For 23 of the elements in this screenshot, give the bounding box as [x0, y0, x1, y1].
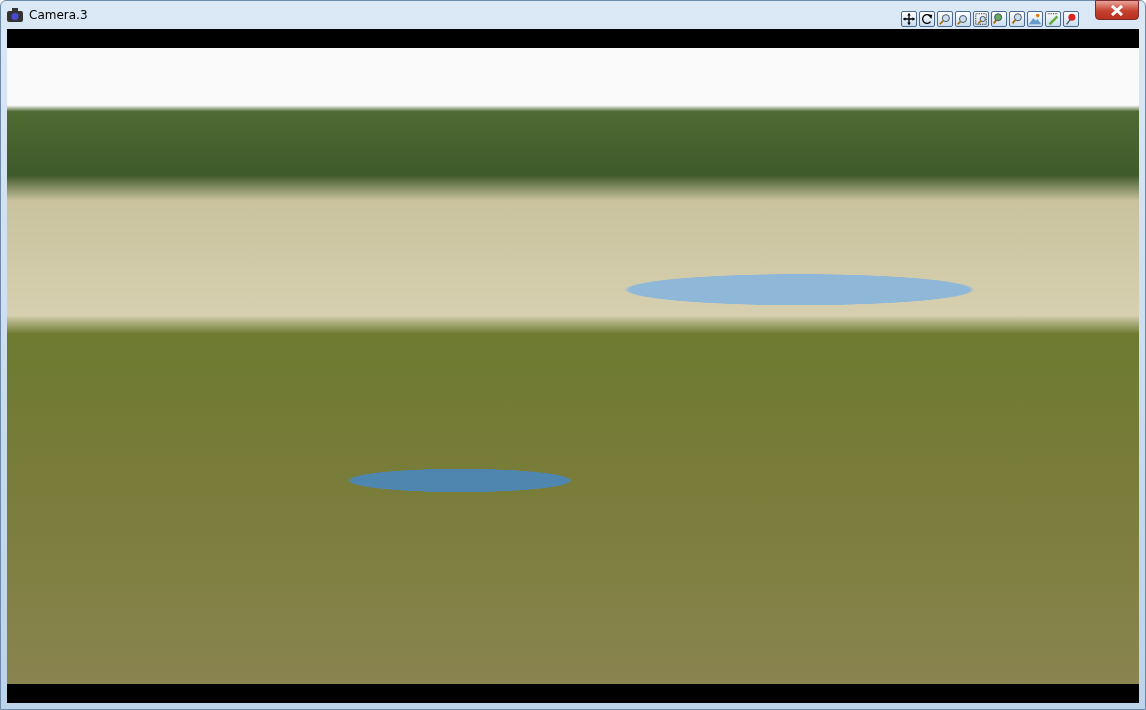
zoom-button[interactable]	[955, 11, 971, 27]
landscape-button[interactable]	[1027, 11, 1043, 27]
landscape-icon	[1028, 12, 1042, 26]
pencil-icon	[1046, 12, 1060, 26]
close-button[interactable]	[1095, 0, 1139, 20]
zoom-button[interactable]	[937, 11, 953, 27]
move-arrows-icon	[902, 12, 916, 26]
zoom-button[interactable]	[1009, 11, 1025, 27]
zoom-icon	[938, 12, 952, 26]
rotate-icon	[920, 12, 934, 26]
zoom-button[interactable]	[991, 11, 1007, 27]
close-icon	[1110, 4, 1124, 16]
zoom-icon	[1010, 12, 1024, 26]
camera-icon	[7, 8, 23, 22]
move-arrows-button[interactable]	[901, 11, 917, 27]
pushpin-button[interactable]	[1063, 11, 1079, 27]
window-title: Camera.3	[29, 8, 88, 22]
pushpin-icon	[1064, 12, 1078, 26]
zoom-icon	[974, 12, 988, 26]
rotate-button[interactable]	[919, 11, 935, 27]
zoom-icon	[956, 12, 970, 26]
zoom-button[interactable]	[973, 11, 989, 27]
pencil-button[interactable]	[1045, 11, 1061, 27]
